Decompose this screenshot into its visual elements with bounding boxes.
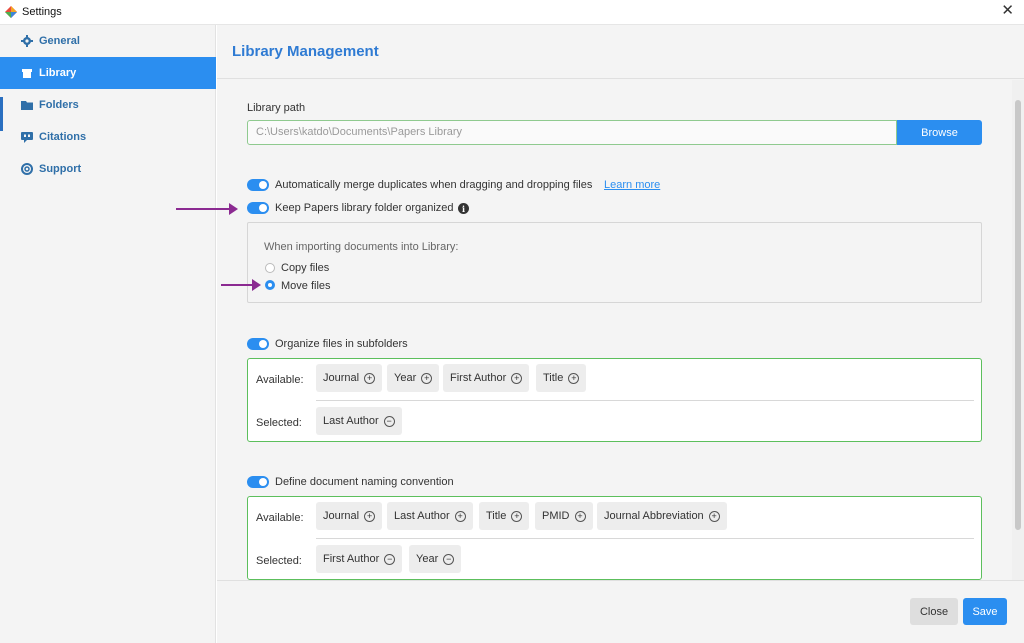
naming-convention-label: Define document naming convention bbox=[275, 476, 454, 488]
main-panel: Library Management Library path C:\Users… bbox=[217, 25, 1024, 643]
keep-organized-toggle[interactable] bbox=[247, 202, 269, 214]
import-options-panel: When importing documents into Library: C… bbox=[247, 222, 982, 303]
field-chip-year[interactable]: Year − bbox=[409, 545, 462, 573]
annotation-arrow-keep-organized bbox=[176, 203, 238, 215]
field-chip-year[interactable]: Year + bbox=[387, 364, 440, 392]
field-chip-title[interactable]: Title + bbox=[536, 364, 587, 392]
settings-content: Library path C:\Users\katdo\Documents\Pa… bbox=[217, 80, 1012, 580]
naming-convention-toggle[interactable] bbox=[247, 476, 269, 488]
app-logo-icon bbox=[5, 6, 17, 18]
add-icon: + bbox=[568, 372, 580, 384]
library-icon bbox=[21, 67, 33, 79]
browse-button[interactable]: Browse bbox=[897, 120, 982, 145]
chip-label: First Author bbox=[323, 553, 380, 565]
library-path-label: Library path bbox=[247, 102, 306, 114]
close-window-icon[interactable]: ✕ bbox=[1001, 3, 1014, 19]
window-title: Settings bbox=[22, 6, 62, 18]
sidebar-item-citations[interactable]: Citations bbox=[0, 121, 216, 153]
add-icon: + bbox=[511, 510, 523, 522]
field-chip-first-author[interactable]: First Author − bbox=[316, 545, 403, 573]
divider bbox=[316, 538, 974, 539]
annotation-arrow-move-files bbox=[221, 279, 261, 291]
learn-more-link[interactable]: Learn more bbox=[604, 179, 660, 191]
move-files-radio[interactable] bbox=[265, 280, 275, 290]
remove-icon: − bbox=[443, 553, 455, 565]
sidebar-item-label: Support bbox=[39, 163, 82, 175]
field-chip-last-author[interactable]: Last Author − bbox=[316, 407, 402, 435]
field-chip-last-author[interactable]: Last Author + bbox=[387, 502, 473, 530]
sidebar: General Library Folders Citations Suppor… bbox=[0, 25, 216, 643]
chip-label: Last Author bbox=[394, 510, 450, 522]
field-chip-pmid[interactable]: PMID + bbox=[535, 502, 593, 530]
copy-files-radio[interactable] bbox=[265, 263, 275, 273]
field-chip-journal[interactable]: Journal + bbox=[316, 502, 383, 530]
add-icon: + bbox=[421, 372, 433, 384]
sidebar-item-label: Citations bbox=[39, 131, 87, 143]
sidebar-item-general[interactable]: General bbox=[0, 25, 216, 57]
add-icon: + bbox=[364, 372, 376, 384]
chip-label: Journal Abbreviation bbox=[604, 510, 704, 522]
available-label: Available: bbox=[256, 374, 304, 386]
import-prompt: When importing documents into Library: bbox=[264, 241, 459, 253]
gear-icon bbox=[21, 35, 33, 47]
page-header: Library Management bbox=[217, 25, 1024, 79]
field-chip-first-author[interactable]: First Author + bbox=[443, 364, 530, 392]
move-files-label: Move files bbox=[281, 280, 331, 292]
scrollbar-thumb[interactable] bbox=[1015, 100, 1021, 530]
info-icon[interactable]: i bbox=[458, 203, 469, 214]
save-button[interactable]: Save bbox=[963, 598, 1007, 625]
remove-icon: − bbox=[384, 553, 396, 565]
add-icon: + bbox=[511, 372, 523, 384]
copy-files-label: Copy files bbox=[281, 262, 330, 274]
sidebar-item-label: Library bbox=[39, 67, 77, 79]
field-chip-journal[interactable]: Journal + bbox=[316, 364, 383, 392]
add-icon: + bbox=[454, 510, 466, 522]
quote-icon bbox=[21, 131, 33, 143]
subfolders-label: Organize files in subfolders bbox=[275, 338, 408, 350]
chip-label: Title bbox=[543, 372, 564, 384]
selected-label: Selected: bbox=[256, 417, 302, 429]
field-chip-journal-abbreviation[interactable]: Journal Abbreviation + bbox=[597, 502, 727, 530]
chip-label: Last Author bbox=[323, 415, 379, 427]
sidebar-item-label: General bbox=[39, 35, 80, 47]
selected-label: Selected: bbox=[256, 555, 302, 567]
sidebar-item-label: Folders bbox=[39, 99, 79, 111]
page-title: Library Management bbox=[232, 43, 379, 60]
sidebar-item-library[interactable]: Library bbox=[0, 57, 216, 89]
remove-icon: − bbox=[383, 415, 395, 427]
sidebar-item-folders[interactable]: Folders bbox=[0, 89, 216, 121]
subfolders-toggle[interactable] bbox=[247, 338, 269, 350]
subfolder-fields-box: Available: Journal + Year + First Author + … bbox=[247, 358, 982, 442]
chip-label: Journal bbox=[323, 372, 360, 384]
add-icon: + bbox=[574, 510, 586, 522]
chip-label: Title bbox=[486, 510, 507, 522]
available-label: Available: bbox=[256, 512, 304, 524]
close-button[interactable]: Close bbox=[910, 598, 958, 625]
dialog-footer: Close Save bbox=[217, 580, 1024, 643]
merge-duplicates-label: Automatically merge duplicates when drag… bbox=[275, 179, 593, 191]
chip-label: PMID bbox=[542, 510, 570, 522]
chip-label: Year bbox=[394, 372, 417, 384]
folder-icon bbox=[21, 99, 33, 111]
naming-fields-box: Available: Journal + Last Author + Title + … bbox=[247, 496, 982, 580]
chip-label: Year bbox=[416, 553, 439, 565]
sidebar-item-support[interactable]: Support bbox=[0, 153, 216, 185]
chip-label: Journal bbox=[323, 510, 360, 522]
background-window-edge bbox=[0, 97, 3, 131]
library-path-field[interactable]: C:\Users\katdo\Documents\Papers Library bbox=[247, 120, 897, 145]
keep-organized-label: Keep Papers library folder organized bbox=[275, 202, 454, 214]
merge-duplicates-toggle[interactable] bbox=[247, 179, 269, 191]
content-scrollbar[interactable] bbox=[1012, 80, 1024, 580]
lifebuoy-icon bbox=[21, 163, 33, 175]
field-chip-title[interactable]: Title + bbox=[479, 502, 530, 530]
divider bbox=[316, 400, 974, 401]
add-icon: + bbox=[364, 510, 376, 522]
title-bar: Settings ✕ bbox=[0, 0, 1024, 25]
add-icon: + bbox=[708, 510, 720, 522]
chip-label: First Author bbox=[450, 372, 507, 384]
